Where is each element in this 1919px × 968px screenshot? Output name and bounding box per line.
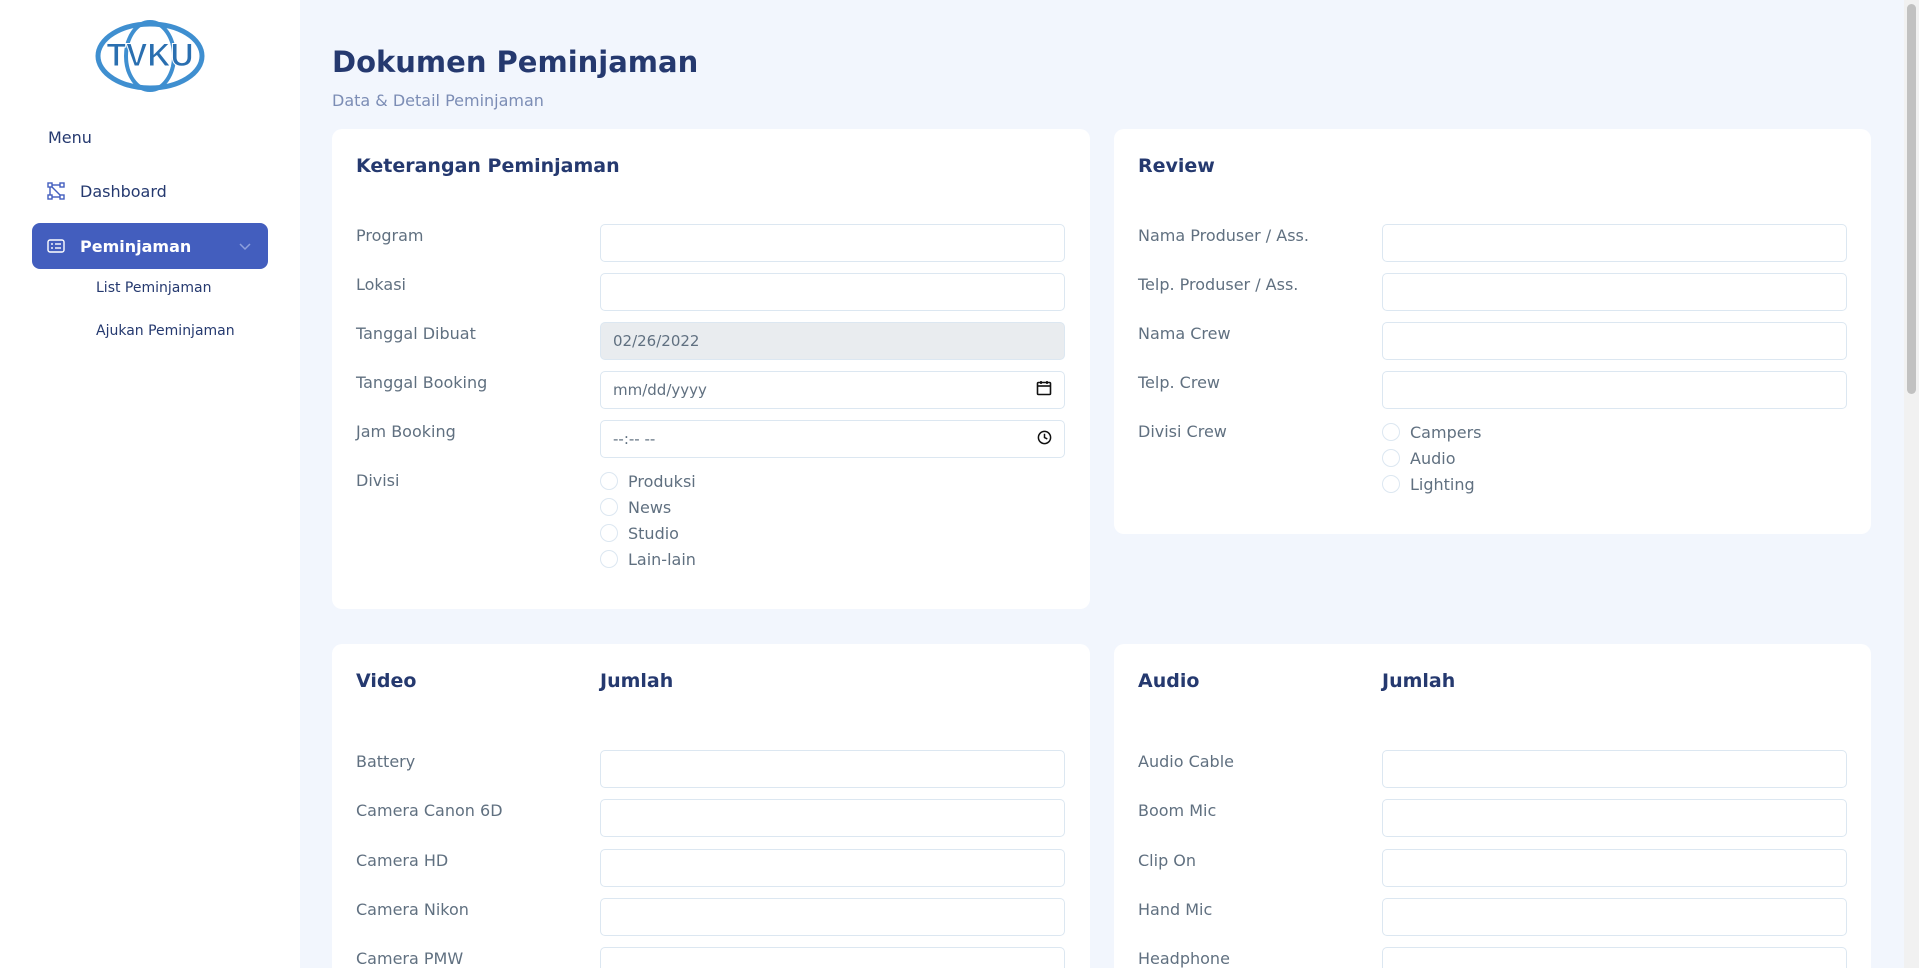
item-label: Audio Cable — [1138, 752, 1234, 771]
divisi-crew-radio-lighting[interactable]: Lighting — [1382, 471, 1481, 497]
field-label: Jam Booking — [356, 422, 456, 441]
lokasi-input[interactable] — [600, 273, 1065, 311]
field-label: Divisi Crew — [1138, 422, 1227, 441]
card-title: Video — [356, 670, 417, 692]
submenu-list-peminjaman[interactable]: List Peminjaman — [96, 280, 211, 296]
jumlah-header: Jumlah — [600, 670, 674, 692]
item-label: Headphone — [1138, 949, 1230, 968]
keterangan-card: Keterangan Peminjaman Program Lokasi Tan… — [332, 129, 1090, 609]
divisi-radio-news[interactable]: News — [600, 494, 696, 520]
grid-icon — [46, 181, 66, 201]
field-label: Divisi — [356, 471, 400, 490]
page-scrollbar[interactable] — [1904, 0, 1919, 968]
camera-canon-6d-qty-input[interactable] — [600, 799, 1065, 837]
telp-crew-input[interactable] — [1382, 371, 1847, 409]
divisi-radio-group: Produksi News Studio Lain-lain — [600, 468, 696, 572]
field-label: Tanggal Booking — [356, 373, 488, 392]
field-label: Telp. Crew — [1138, 373, 1220, 392]
item-label: Camera HD — [356, 851, 449, 870]
divisi-crew-radio-group: Campers Audio Lighting — [1382, 419, 1481, 497]
calendar-icon[interactable] — [1036, 380, 1052, 400]
field-label: Tanggal Dibuat — [356, 324, 476, 343]
divisi-radio-lain-lain[interactable]: Lain-lain — [600, 546, 696, 572]
menu-title: Menu — [48, 128, 92, 147]
divisi-crew-radio-campers[interactable]: Campers — [1382, 419, 1481, 445]
card-title: Keterangan Peminjaman — [356, 155, 620, 177]
program-input[interactable] — [600, 224, 1065, 262]
item-label: Hand Mic — [1138, 900, 1213, 919]
field-label: Program — [356, 226, 424, 245]
audio-cable-qty-input[interactable] — [1382, 750, 1847, 788]
sidebar-item-peminjaman[interactable]: Peminjaman — [32, 223, 268, 269]
clock-icon[interactable] — [1037, 430, 1052, 449]
item-label: Camera Canon 6D — [356, 801, 503, 820]
chevron-down-icon[interactable] — [238, 238, 252, 252]
sidebar: TVKU Menu Dashboard Peminjaman List Pemi… — [0, 0, 300, 968]
item-label: Camera Nikon — [356, 900, 469, 919]
camera-pmw-qty-input[interactable] — [600, 947, 1065, 968]
submenu-ajukan-peminjaman[interactable]: Ajukan Peminjaman — [96, 323, 235, 339]
page-title: Dokumen Peminjaman — [332, 45, 699, 79]
card-title: Review — [1138, 155, 1215, 177]
svg-text:TVKU: TVKU — [106, 37, 193, 73]
scrollbar-thumb[interactable] — [1907, 4, 1916, 394]
field-label: Telp. Produser / Ass. — [1138, 275, 1299, 294]
divisi-crew-radio-audio[interactable]: Audio — [1382, 445, 1481, 471]
field-label: Lokasi — [356, 275, 406, 294]
card-title: Audio — [1138, 670, 1200, 692]
nama-crew-input[interactable] — [1382, 322, 1847, 360]
item-label: Boom Mic — [1138, 801, 1217, 820]
boom-mic-qty-input[interactable] — [1382, 799, 1847, 837]
page-subtitle: Data & Detail Peminjaman — [332, 91, 544, 110]
video-card: Video Jumlah Battery Camera Canon 6D Cam… — [332, 644, 1090, 968]
hand-mic-qty-input[interactable] — [1382, 898, 1847, 936]
sidebar-item-label: Dashboard — [80, 181, 167, 201]
audio-card: Audio Jumlah Audio Cable Boom Mic Clip O… — [1114, 644, 1871, 968]
headphone-qty-input[interactable] — [1382, 947, 1847, 968]
nama-produser-input[interactable] — [1382, 224, 1847, 262]
jumlah-header: Jumlah — [1382, 670, 1456, 692]
tanggal-dibuat-input: 02/26/2022 — [600, 322, 1065, 360]
tvku-logo[interactable]: TVKU — [95, 20, 205, 92]
item-label: Camera PMW — [356, 949, 464, 968]
field-label: Nama Crew — [1138, 324, 1231, 343]
camera-nikon-qty-input[interactable] — [600, 898, 1065, 936]
jam-booking-input[interactable]: --:-- -- — [600, 420, 1065, 458]
tanggal-booking-input[interactable]: mm/dd/yyyy — [600, 371, 1065, 409]
clip-on-qty-input[interactable] — [1382, 849, 1847, 887]
battery-qty-input[interactable] — [600, 750, 1065, 788]
divisi-radio-studio[interactable]: Studio — [600, 520, 696, 546]
field-label: Nama Produser / Ass. — [1138, 226, 1309, 245]
camera-hd-qty-input[interactable] — [600, 849, 1065, 887]
sidebar-item-dashboard[interactable]: Dashboard — [32, 168, 268, 214]
item-label: Battery — [356, 752, 416, 771]
telp-produser-input[interactable] — [1382, 273, 1847, 311]
sidebar-item-label: Peminjaman — [80, 236, 192, 256]
review-card: Review Nama Produser / Ass. Telp. Produs… — [1114, 129, 1871, 534]
item-label: Clip On — [1138, 851, 1197, 870]
list-card-icon — [46, 236, 66, 256]
divisi-radio-produksi[interactable]: Produksi — [600, 468, 696, 494]
